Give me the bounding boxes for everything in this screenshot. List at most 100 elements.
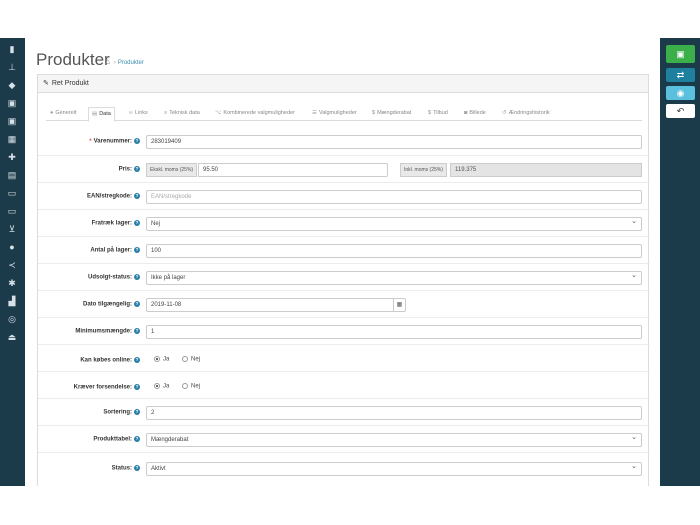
row-minimum: Minimumsmængde:? 1 [38,318,650,345]
home-icon[interactable]: ⌂ [105,57,110,66]
row-dato: Dato tilgængelig:? 2019-11-08 ▦ [38,291,650,318]
product-tabs: ● Generelt ▤ Data ∞ Links ≡ Teknisk data ⌥ Ko… [46,107,642,122]
kraever-label: Kræver forsendelse:? [73,384,140,391]
status-select[interactable]: Aktivt [146,462,642,476]
varenummer-input[interactable]: 283019409 [146,135,642,149]
row-produkttabel: Produkttabel:? Mængderabat [38,426,650,453]
back-arrow-icon: ↶ [676,106,685,116]
preview-button[interactable]: ◉ [666,86,695,100]
kraever-nej-radio[interactable]: Nej [182,383,200,390]
kan-koebes-label: Kan købes online:? [80,357,140,364]
price-incl-readonly: 119.375 [450,163,642,177]
puzzle-icon[interactable]: ✚ [6,152,18,162]
panel-header: ✎ Ret Produkt [38,75,648,93]
kraever-ja-radio[interactable]: Ja [154,383,169,390]
row-sortering: Sortering:? 2 [38,399,650,426]
dato-label: Dato tilgængelig:? [83,301,140,308]
page-title: Produkter [36,50,110,69]
sortering-input[interactable]: 2 [146,406,642,420]
sync-button[interactable]: ⇄ [666,68,695,82]
help-icon[interactable]: ? [134,138,140,144]
eye-icon: ◉ [676,88,685,98]
tab-maengderabat[interactable]: $ Mængderabat [372,110,411,116]
row-ean: EAN/stregkode:? EAN/stregkode [38,183,650,210]
share-icon[interactable]: ≺ [6,260,18,270]
help-icon[interactable]: ? [134,193,140,199]
help-icon[interactable]: ? [134,436,140,442]
link-icon: ∞ [129,110,133,116]
help-icon[interactable]: ? [134,465,140,471]
fratraek-select[interactable]: Nej [146,217,642,231]
row-kraever: Kræver forsendelse:? Ja Nej [38,372,650,399]
tab-valgmuligheder[interactable]: ☰ Valgmuligheder [312,110,357,116]
dollar-icon: $ [428,110,432,116]
tab-teknisk-data[interactable]: ≡ Teknisk data [164,110,200,116]
back-button[interactable]: ↶ [666,104,695,118]
kan-koebes-ja-radio[interactable]: Ja [154,356,169,363]
tab-kombinerede[interactable]: ⌥ Kombinerede valgmuligheder [215,110,295,116]
pris-label: Pris:? [118,166,140,173]
breadcrumb-link[interactable]: Produkter [118,60,144,66]
minimum-input[interactable]: 1 [146,325,642,339]
excl-vat-addon: Ekskl. moms (25%) [146,163,198,177]
help-icon[interactable]: ? [134,328,140,334]
help-icon[interactable]: ? [134,409,140,415]
dato-input[interactable]: 2019-11-08 ▦ [146,298,406,312]
list-icon: ☰ [312,110,317,116]
floppy-icon: ▣ [676,49,685,59]
user-icon[interactable]: ● [6,242,18,252]
ean-input[interactable]: EAN/stregkode [146,190,642,204]
user-upload-icon[interactable]: ⏏ [6,332,18,342]
tab-tilbud[interactable]: $ Tilbud [428,110,448,116]
help-icon[interactable]: ? [134,247,140,253]
archive-icon[interactable]: ▣ [6,116,18,126]
antal-input[interactable]: 100 [146,244,642,258]
panel-title: Ret Produkt [51,80,89,87]
help-icon[interactable]: ? [134,384,140,390]
help-icon[interactable]: ? [134,301,140,307]
udsolgt-label: Udsolgt-status:? [88,274,140,281]
box-icon[interactable]: ▣ [6,98,18,108]
kan-koebes-nej-radio[interactable]: Nej [182,356,200,363]
produkttabel-select[interactable]: Mængderabat [146,433,642,447]
row-status: Status:? Aktivt [38,453,650,480]
row-fratraek: Fratræk lager:? Nej [38,210,650,237]
help-icon[interactable]: ? [134,274,140,280]
tab-generelt[interactable]: ● Generelt [50,110,76,116]
row-udsolgt: Udsolgt-status:? Ikke på lager [38,264,650,291]
sitemap-icon[interactable]: ⊥ [6,62,18,72]
tab-billede[interactable]: ◙ Billede [464,110,486,116]
images-icon[interactable]: ▤ [6,170,18,180]
tag-icon[interactable]: ◆ [6,80,18,90]
help-icon[interactable]: ? [134,166,140,172]
right-action-bar: ▣ ⇄ ◉ ↶ [660,38,700,486]
save-button[interactable]: ▣ [666,45,695,63]
gear-icon[interactable]: ✱ [6,278,18,288]
row-varenummer: * Varenummer:? 283019409 [38,129,650,156]
udsolgt-select[interactable]: Ikke på lager [146,271,642,285]
window-icon[interactable]: ▭ [6,188,18,198]
left-sidebar: ▮ ⊥ ◆ ▣ ▣ ▦ ✚ ▤ ▭ ▭ ⊻ ● ≺ ✱ ▟ ◎ ⏏ [0,38,25,486]
row-antal: Antal på lager:? 100 [38,237,650,264]
ean-label: EAN/stregkode:? [86,193,140,200]
row-pris: Pris:? Ekskl. moms (25%) 95.50 Inkl. mom… [38,156,650,183]
tab-data[interactable]: ▤ Data [88,107,115,122]
camera-icon: ◙ [464,110,468,116]
calendar-icon[interactable]: ▦ [6,134,18,144]
antal-label: Antal på lager:? [90,247,140,254]
monitor-icon[interactable]: ▭ [6,206,18,216]
fratraek-label: Fratræk lager:? [91,220,140,227]
calendar-icon[interactable]: ▦ [393,299,405,311]
tab-links[interactable]: ∞ Links [129,110,148,116]
help-icon[interactable]: ? [134,220,140,226]
history-icon: ↺ [502,110,507,116]
dashboard-icon[interactable]: ▮ [6,44,18,54]
support-icon[interactable]: ◎ [6,314,18,324]
price-excl-input[interactable]: 95.50 [198,163,388,177]
chart-icon[interactable]: ▟ [6,296,18,306]
tab-aendringshistorik[interactable]: ↺ Ændringshistorik [502,110,550,116]
edit-product-panel: ✎ Ret Produkt ● Generelt ▤ Data ∞ Links ≡ Tek… [37,74,650,486]
cart-icon[interactable]: ⊻ [6,224,18,234]
help-icon[interactable]: ? [134,357,140,363]
info-icon: ● [50,110,54,116]
